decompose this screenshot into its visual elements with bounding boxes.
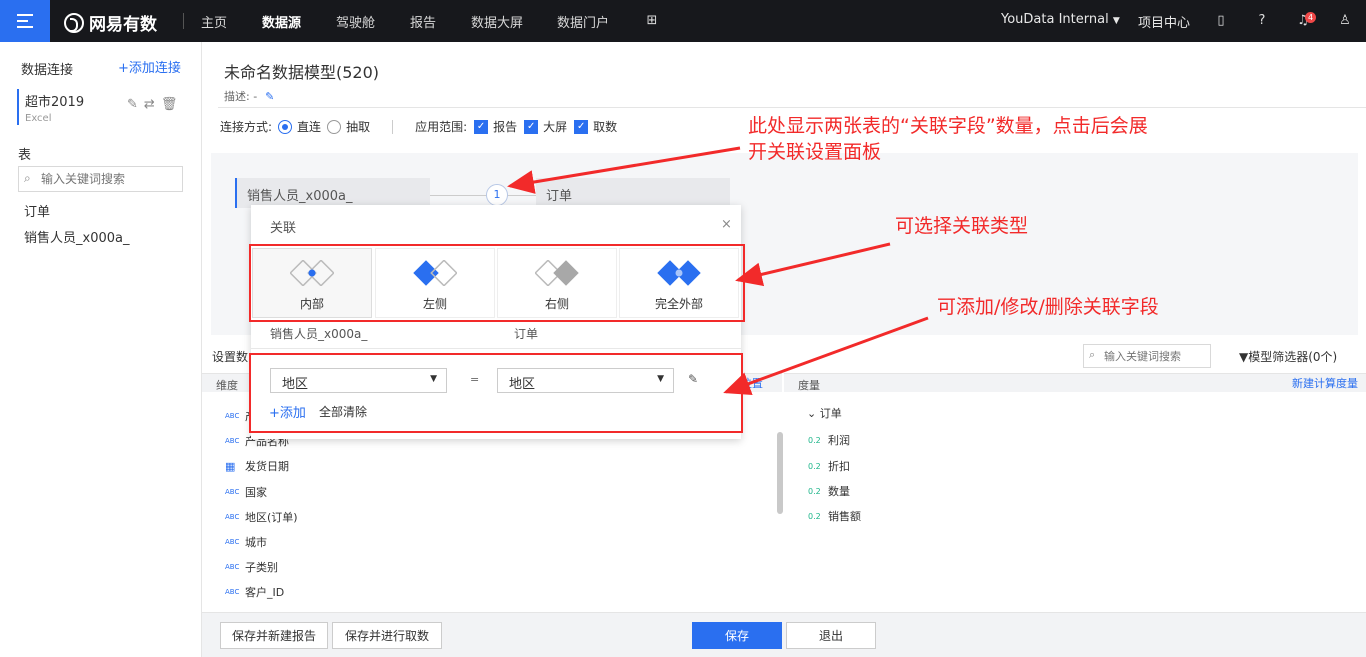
annotation-join-count: 此处显示两张表的“关联字段”数量，点击后会展 开关联设置面板 <box>748 113 1228 165</box>
arrow-to-join-fields <box>723 316 929 396</box>
arrow-to-join-count <box>507 146 741 194</box>
annotation-line: 开关联设置面板 <box>748 141 882 163</box>
annotation-arrows <box>507 146 929 396</box>
annotation-join-type: 可选择关联类型 <box>895 215 1029 237</box>
arrow-to-join-types <box>735 242 891 287</box>
annotation-line: 此处显示两张表的“关联字段”数量，点击后会展 <box>748 115 1148 137</box>
annotation-join-field: 可添加/修改/删除关联字段 <box>937 296 1159 318</box>
